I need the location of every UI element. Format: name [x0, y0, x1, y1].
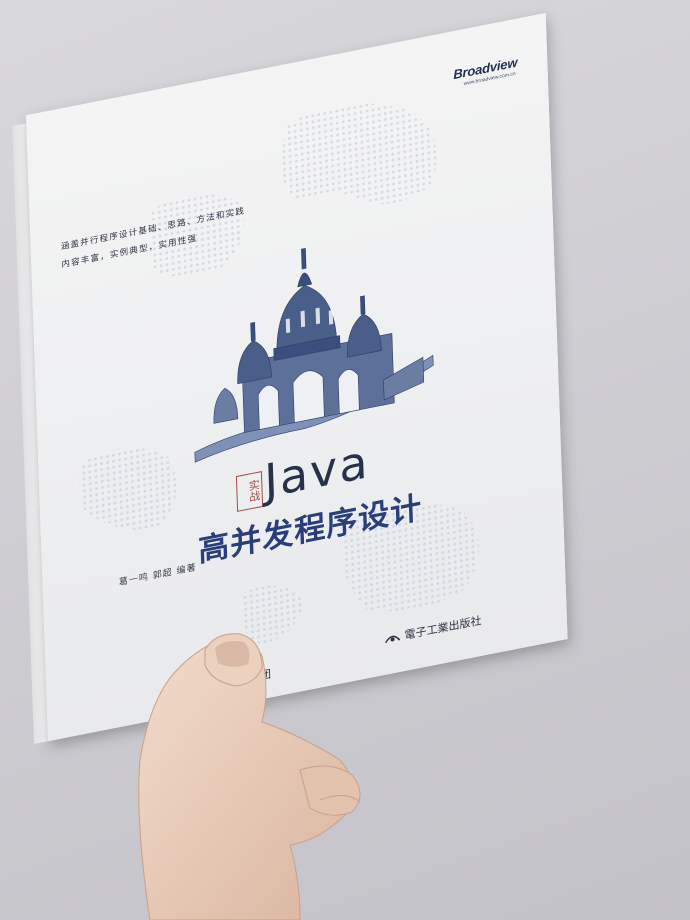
photo-scene: Broadview www.broadview.com.cn 涵盖并行程序设计基…: [0, 0, 690, 920]
group-emblem-icon: [165, 684, 180, 701]
title-stamp: 实战: [235, 471, 264, 512]
book: Broadview www.broadview.com.cn 涵盖并行程序设计基…: [12, 12, 574, 745]
press-emblem-icon: [385, 635, 401, 644]
